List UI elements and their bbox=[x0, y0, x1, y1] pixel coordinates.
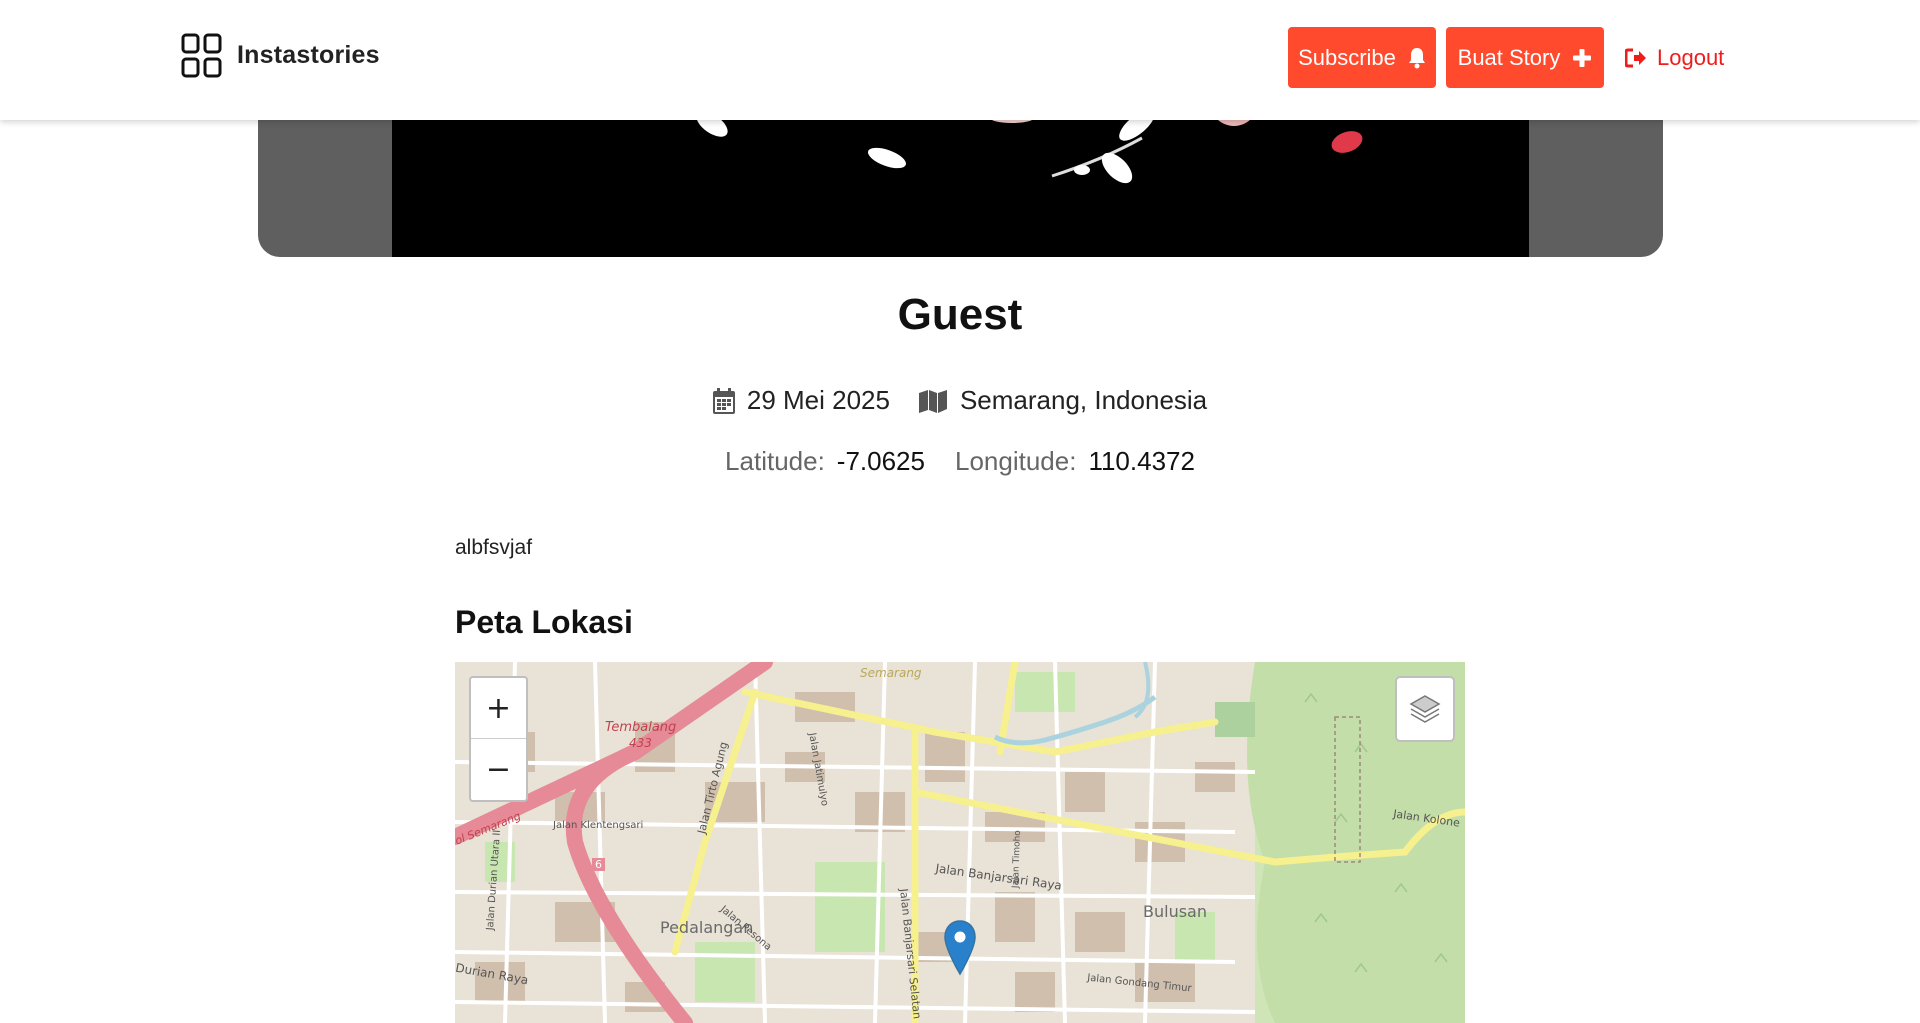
brand-name: Instastories bbox=[237, 41, 380, 69]
latitude-label: Latitude: bbox=[725, 446, 825, 476]
logout-icon bbox=[1625, 48, 1646, 67]
latitude-value: -7.0625 bbox=[836, 446, 925, 476]
plus-icon bbox=[1573, 48, 1592, 67]
latitude: Latitude: -7.0625 bbox=[725, 446, 925, 477]
story-date: 29 Mei 2025 bbox=[712, 385, 890, 416]
story-coordinates: Latitude: -7.0625 Longitude: 110.4372 bbox=[0, 446, 1920, 477]
map-label-timoho: Jalan Timoho bbox=[1011, 830, 1024, 889]
top-navbar: Instastories Subscribe Buat Story Logout bbox=[0, 0, 1920, 120]
story-description: albfsvjaf bbox=[455, 536, 533, 559]
subscribe-label: Subscribe bbox=[1298, 44, 1396, 70]
longitude-label: Longitude: bbox=[954, 446, 1077, 476]
map-icon bbox=[918, 389, 947, 413]
story-location-text: Semarang, Indonesia bbox=[959, 385, 1208, 415]
story-meta: 29 Mei 2025 Semarang, Indonesia bbox=[0, 385, 1920, 416]
logout-label: Logout bbox=[1657, 44, 1725, 70]
map-label-klentengsari: Jalan Klentengsari bbox=[553, 820, 644, 831]
longitude-value: 110.4372 bbox=[1088, 446, 1195, 476]
map-section-title: Peta Lokasi bbox=[455, 604, 633, 640]
story-author-title: Guest bbox=[897, 290, 1023, 339]
zoom-out-button[interactable]: − bbox=[471, 738, 526, 799]
map-label-tembalang-code: 433 bbox=[629, 736, 652, 750]
story-date-text: 29 Mei 2025 bbox=[746, 385, 890, 415]
brand[interactable]: Instastories bbox=[181, 33, 380, 78]
map-label-road-6: 6 bbox=[592, 858, 605, 871]
grid-logo-icon bbox=[181, 33, 222, 78]
layers-button[interactable] bbox=[1395, 676, 1455, 742]
create-story-label: Buat Story bbox=[1457, 44, 1561, 70]
story-location: Semarang, Indonesia bbox=[918, 385, 1207, 416]
zoom-in-button[interactable]: + bbox=[471, 678, 526, 738]
bell-icon bbox=[1408, 47, 1425, 68]
layers-icon bbox=[1409, 695, 1441, 723]
map-label-tembalang: Tembalang bbox=[605, 720, 677, 735]
map-label-bulusan: Bulusan bbox=[1143, 902, 1207, 921]
subscribe-button[interactable]: Subscribe bbox=[1288, 27, 1436, 88]
zoom-control: + − bbox=[469, 676, 528, 802]
location-marker-icon[interactable] bbox=[943, 919, 977, 977]
calendar-icon bbox=[712, 387, 735, 414]
location-map[interactable]: Semarang Tembalang 433 ol Semarang Jalan… bbox=[455, 662, 1465, 1023]
longitude: Longitude: 110.4372 bbox=[955, 446, 1195, 477]
logout-link[interactable]: Logout bbox=[1625, 27, 1724, 88]
create-story-button[interactable]: Buat Story bbox=[1446, 27, 1604, 88]
map-label-semarang: Semarang bbox=[860, 666, 922, 680]
